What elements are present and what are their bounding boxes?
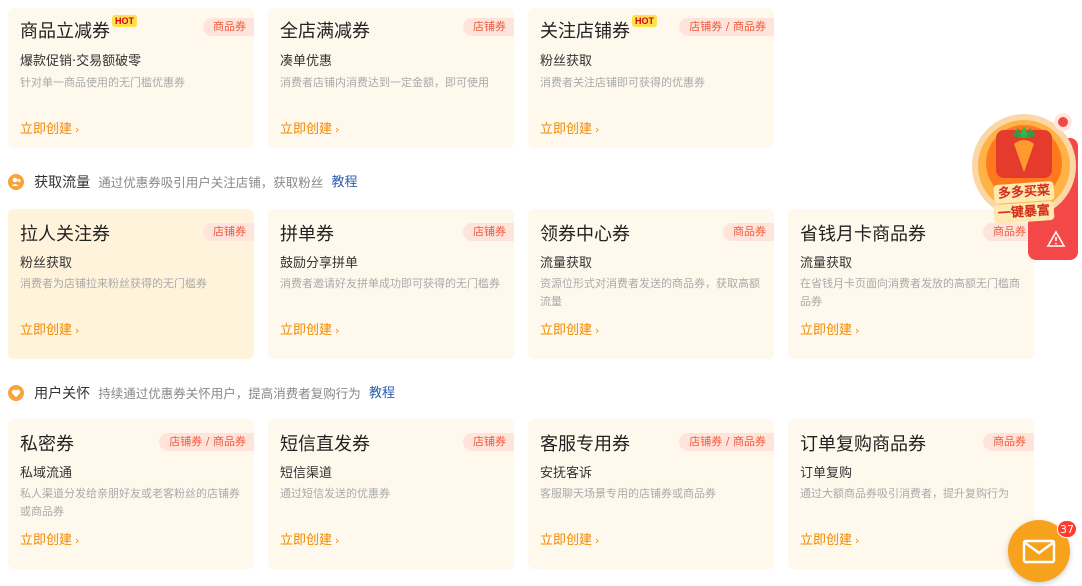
- create-now-link[interactable]: 立即创建 ›: [20, 118, 79, 137]
- coupon-card: 客服专用券 店铺券 / 商品券 安抚客诉 客服聊天场景专用的店铺券或商品券 立即…: [528, 419, 774, 569]
- section-description: 持续通过优惠券关怀用户，提高消费者复购行为: [98, 386, 361, 401]
- tutorial-link[interactable]: 教程: [331, 175, 357, 190]
- card-title: 省钱月卡商品券: [800, 224, 926, 245]
- card-title: 拼单券: [280, 224, 334, 245]
- coupon-type-tag: 店铺券: [463, 223, 514, 241]
- tutorial-link[interactable]: 教程: [369, 386, 395, 401]
- card-description: 资源位形式对消费者发送的商品券，获取高额流量: [540, 277, 760, 308]
- coupon-card: 订单复购商品券 商品券 订单复购 通过大额商品券吸引消费者，提升复购行为 立即创…: [788, 419, 1034, 569]
- coupon-card: 关注店铺券 HOT 店铺券 / 商品券 粉丝获取 消费者关注店铺即可获得的优惠券 …: [528, 8, 774, 148]
- coupon-card: 短信直发券 店铺券 短信渠道 通过短信发送的优惠券 立即创建 ›: [268, 419, 514, 569]
- promo-widget[interactable]: 多多买菜 一键暴富: [968, 108, 1080, 260]
- users-icon: [8, 174, 24, 190]
- section-description: 通过优惠券吸引用户关注店铺，获取粉丝: [98, 175, 324, 190]
- card-description: 消费者邀请好友拼单成功即可获得的无门槛券: [280, 277, 500, 290]
- section-title: 获取流量: [34, 175, 91, 191]
- card-description: 消费者为店铺拉来粉丝获得的无门槛券: [20, 277, 207, 290]
- coupon-type-tag: 店铺券: [203, 223, 254, 241]
- coupon-type-tag: 店铺券: [463, 18, 514, 36]
- section-title: 用户关怀: [34, 386, 91, 402]
- card-title: 订单复购商品券: [800, 434, 926, 455]
- create-now-link[interactable]: 立即创建 ›: [20, 529, 79, 548]
- card-title: 关注店铺券 HOT: [540, 15, 657, 43]
- card-title: 拉人关注券: [20, 224, 110, 245]
- card-subtitle: 流量获取: [800, 256, 853, 271]
- chevron-right-icon: ›: [595, 324, 600, 337]
- card-title: 领券中心券: [540, 224, 630, 245]
- card-title: 私密券: [20, 434, 74, 455]
- chevron-right-icon: ›: [75, 534, 80, 547]
- card-subtitle: 订单复购: [800, 466, 853, 481]
- coupon-card: 拼单券 店铺券 鼓励分享拼单 消费者邀请好友拼单成功即可获得的无门槛券 立即创建…: [268, 209, 514, 359]
- card-title: 商品立减券 HOT: [20, 15, 137, 43]
- card-subtitle: 流量获取: [540, 256, 593, 271]
- coupon-type-tag: 店铺券: [463, 433, 514, 451]
- card-description: 通过大额商品券吸引消费者，提升复购行为: [800, 487, 1009, 500]
- chevron-right-icon: ›: [595, 123, 600, 136]
- unread-count-badge: 37: [1057, 520, 1077, 538]
- card-title: 客服专用券: [540, 434, 630, 455]
- chevron-right-icon: ›: [855, 534, 860, 547]
- carrot-icon: [996, 126, 1052, 178]
- card-title: 全店满减券: [280, 21, 370, 42]
- card-subtitle: 短信渠道: [280, 466, 333, 481]
- coupon-card: 领券中心券 商品券 流量获取 资源位形式对消费者发送的商品券，获取高额流量 立即…: [528, 209, 774, 359]
- create-now-link[interactable]: 立即创建 ›: [800, 529, 859, 548]
- card-description: 客服聊天场景专用的店铺券或商品券: [540, 487, 716, 500]
- card-description: 消费者关注店铺即可获得的优惠券: [540, 76, 705, 89]
- coupon-card: 拉人关注券 店铺券 粉丝获取 消费者为店铺拉来粉丝获得的无门槛券 立即创建 ›: [8, 209, 254, 359]
- card-description: 私人渠道分发给亲朋好友或老客粉丝的店铺券或商品券: [20, 487, 240, 518]
- create-now-link[interactable]: 立即创建 ›: [280, 319, 339, 338]
- card-description: 通过短信发送的优惠券: [280, 487, 390, 500]
- card-subtitle: 爆款促销·交易额破零: [20, 54, 142, 69]
- chevron-right-icon: ›: [335, 534, 340, 547]
- coupon-type-tag: 店铺券 / 商品券: [679, 433, 774, 451]
- chevron-right-icon: ›: [75, 324, 80, 337]
- hot-badge: HOT: [632, 15, 657, 27]
- card-subtitle: 鼓励分享拼单: [280, 256, 359, 271]
- card-subtitle: 私域流通: [20, 466, 73, 481]
- create-now-link[interactable]: 立即创建 ›: [540, 118, 599, 137]
- coupon-type-tag: 商品券: [983, 433, 1034, 451]
- coupon-type-tag: 商品券: [203, 18, 254, 36]
- section-header-traffic: 获取流量 通过优惠券吸引用户关注店铺，获取粉丝 教程: [8, 173, 357, 193]
- card-description: 消费者店铺内消费达到一定金额，即可使用: [280, 76, 489, 89]
- coupon-card: 全店满减券 店铺券 凑单优惠 消费者店铺内消费达到一定金额，即可使用 立即创建 ›: [268, 8, 514, 148]
- chevron-right-icon: ›: [855, 324, 860, 337]
- chevron-right-icon: ›: [335, 123, 340, 136]
- coupon-card: 私密券 店铺券 / 商品券 私域流通 私人渠道分发给亲朋好友或老客粉丝的店铺券或…: [8, 419, 254, 569]
- coupon-type-tag: 店铺券 / 商品券: [159, 433, 254, 451]
- coupon-card: 商品立减券 HOT 商品券 爆款促销·交易额破零 针对单一商品使用的无门槛优惠券 …: [8, 8, 254, 148]
- create-now-link[interactable]: 立即创建 ›: [540, 529, 599, 548]
- create-now-link[interactable]: 立即创建 ›: [280, 118, 339, 137]
- create-now-link[interactable]: 立即创建 ›: [540, 319, 599, 338]
- card-subtitle: 粉丝获取: [540, 54, 593, 69]
- card-description: 针对单一商品使用的无门槛优惠券: [20, 76, 185, 89]
- card-subtitle: 凑单优惠: [280, 54, 333, 69]
- coupon-type-tag: 店铺券 / 商品券: [679, 18, 774, 36]
- chevron-right-icon: ›: [75, 123, 80, 136]
- card-description: 在省钱月卡页面向消费者发放的高额无门槛商品券: [800, 277, 1020, 308]
- card-subtitle: 粉丝获取: [20, 256, 73, 271]
- hot-badge: HOT: [112, 15, 137, 27]
- create-now-link[interactable]: 立即创建 ›: [280, 529, 339, 548]
- promo-text: 多多买菜 一键暴富: [968, 180, 1080, 225]
- chevron-right-icon: ›: [595, 534, 600, 547]
- heart-icon: [8, 385, 24, 401]
- create-now-link[interactable]: 立即创建 ›: [20, 319, 79, 338]
- card-title: 短信直发券: [280, 434, 370, 455]
- create-now-link[interactable]: 立即创建 ›: [800, 319, 859, 338]
- chevron-right-icon: ›: [335, 324, 340, 337]
- card-subtitle: 安抚客诉: [540, 466, 593, 481]
- coupon-type-tag: 商品券: [723, 223, 774, 241]
- section-header-user-care: 用户关怀 持续通过优惠券关怀用户，提高消费者复购行为 教程: [8, 384, 395, 404]
